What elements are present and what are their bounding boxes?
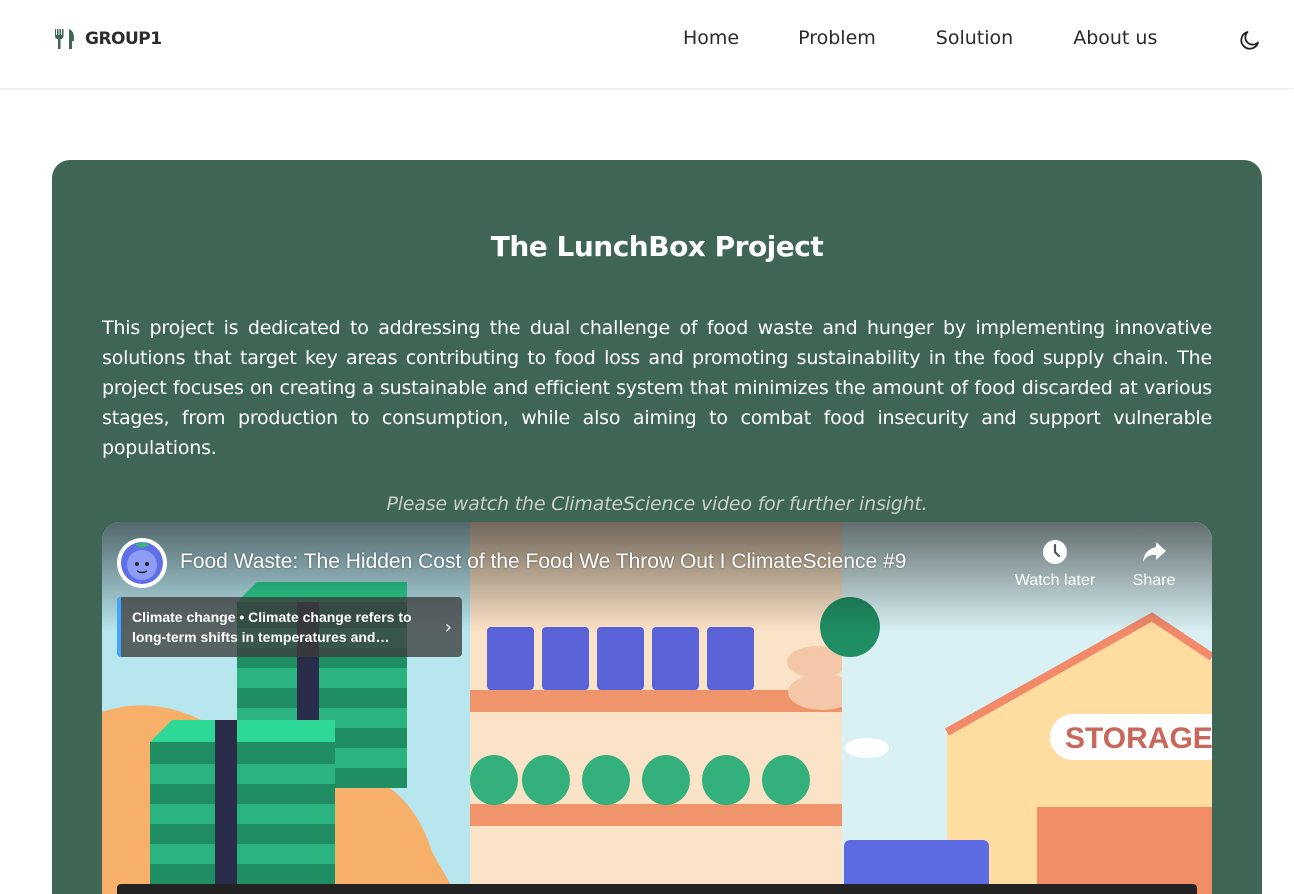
watch-later-label: Watch later bbox=[1014, 572, 1096, 589]
hero-card: The LunchBox Project This project is ded… bbox=[52, 160, 1262, 894]
channel-avatar[interactable] bbox=[117, 538, 167, 588]
info-card-accent bbox=[117, 597, 121, 657]
share-label: Share bbox=[1132, 572, 1176, 589]
storage-sign: STORAGE bbox=[1065, 722, 1212, 755]
nav-solution-link[interactable]: Solution bbox=[936, 27, 1013, 49]
brand-logo[interactable]: GROUP1 bbox=[53, 28, 162, 50]
share-button[interactable]: Share bbox=[1104, 538, 1204, 590]
nav-about-link[interactable]: About us bbox=[1073, 27, 1157, 49]
video-player[interactable]: STORAGE Food Waste: The Hidden Cost of t… bbox=[102, 522, 1212, 894]
channel-logo-icon bbox=[121, 542, 163, 584]
watch-later-button[interactable]: Watch later bbox=[1005, 538, 1105, 590]
main-nav: Home Problem Solution About us bbox=[683, 27, 1157, 49]
moon-icon[interactable] bbox=[1238, 28, 1262, 52]
brand-name: GROUP1 bbox=[85, 29, 162, 49]
video-title[interactable]: Food Waste: The Hidden Cost of the Food … bbox=[180, 550, 906, 574]
nav-problem-link[interactable]: Problem bbox=[798, 27, 876, 49]
video-controls-bar[interactable] bbox=[117, 884, 1197, 894]
info-card[interactable]: Climate change • Climate change refers t… bbox=[117, 597, 462, 657]
project-description: This project is dedicated to addressing … bbox=[102, 317, 1212, 459]
info-card-text: Climate change • Climate change refers t… bbox=[132, 609, 412, 645]
share-arrow-icon bbox=[1143, 542, 1166, 562]
clock-icon bbox=[1043, 540, 1067, 564]
video-note: Please watch the ClimateScience video fo… bbox=[386, 493, 928, 515]
page-title: The LunchBox Project bbox=[490, 230, 824, 263]
chevron-right-icon: › bbox=[444, 617, 452, 638]
utensils-icon bbox=[55, 29, 74, 49]
navbar: GROUP1 Home Problem Solution About us bbox=[0, 0, 1294, 89]
nav-home-link[interactable]: Home bbox=[683, 27, 739, 49]
